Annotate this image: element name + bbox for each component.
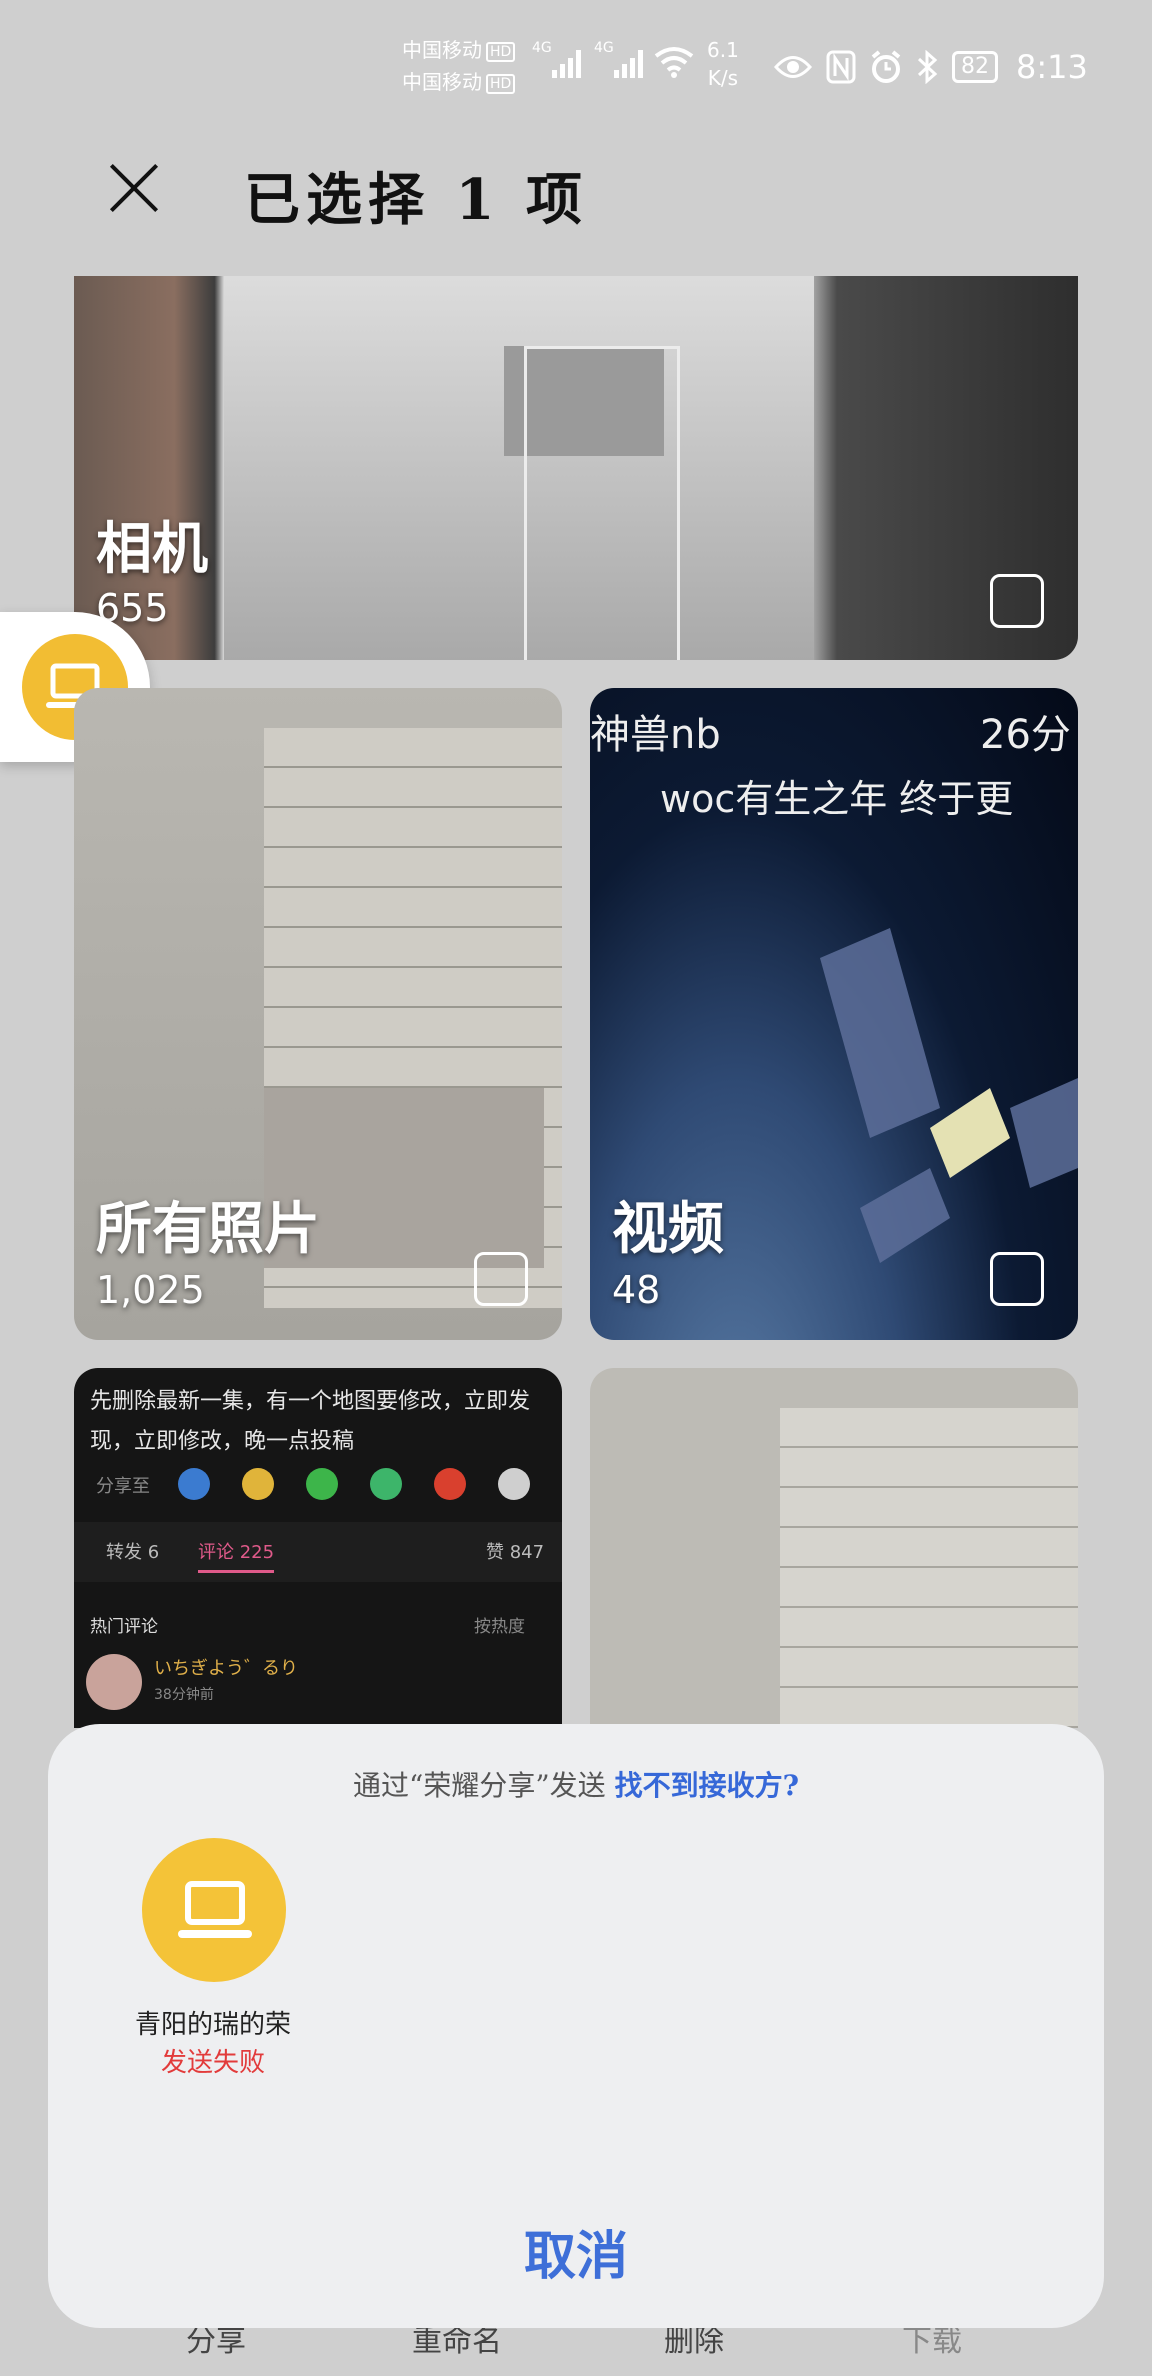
battery-indicator: 82	[952, 51, 998, 83]
carrier-info: 中国移动 HD 中国移动 HD	[402, 34, 516, 98]
laptop-icon	[178, 1881, 252, 1938]
close-button[interactable]	[106, 160, 162, 216]
avatar	[86, 1654, 142, 1710]
video-subtitle-1-right: 26分	[980, 702, 1071, 760]
wechat-icon	[306, 1468, 338, 1500]
cancel-button[interactable]: 取消	[48, 2214, 1104, 2289]
select-checkbox[interactable]	[474, 1252, 528, 1306]
speed-unit: K/s	[707, 66, 739, 90]
album-tile-video[interactable]: 神兽nb 26分 woc有生之年 终于更 视频 48	[590, 688, 1078, 1340]
device-name: 青阳的瑞的荣	[134, 2010, 291, 2040]
qzone-icon	[242, 1468, 274, 1500]
hot-comments-label: 热门评论	[90, 1617, 158, 1637]
album-count: 48	[612, 1268, 661, 1312]
video-overlay-line1: 神兽nb	[590, 712, 721, 758]
nfc-icon	[826, 50, 856, 84]
share-via-line: 通过“荣耀分享”发送 找不到接收方?	[48, 1764, 1104, 1804]
likes-count: 赞 847	[486, 1542, 545, 1563]
share-icons-row	[178, 1468, 558, 1502]
bluetooth-icon	[917, 50, 938, 84]
send-status: 发送失败	[160, 2048, 265, 2078]
sort-label: 按热度	[474, 1617, 525, 1637]
weibo-icon	[434, 1468, 466, 1500]
notebook-page	[780, 1408, 1078, 1728]
page-title: 已选择 1 项	[244, 167, 588, 233]
album-name: 视频	[612, 1196, 724, 1262]
status-bar: 中国移动 HD 中国移动 HD 4G 4G 6.1 K/s 82 8:13	[0, 0, 1152, 130]
album-name: 相机	[96, 516, 208, 582]
qq-icon	[178, 1468, 210, 1500]
hd-badge-2: HD	[486, 73, 516, 94]
post-tabs: 转发 6 评论 225 赞 847	[74, 1522, 562, 1582]
moments-icon	[370, 1468, 402, 1500]
photo-card	[524, 346, 680, 660]
select-checkbox[interactable]	[990, 574, 1044, 628]
photo-paper	[224, 276, 814, 660]
share-sheet: 通过“荣耀分享”发送 找不到接收方? 青阳的瑞的荣 发送失败 取消	[48, 1724, 1104, 2328]
satellite-image	[820, 928, 1078, 1263]
album-tile-all-photos[interactable]: 所有照片 1,025	[74, 688, 562, 1340]
album-tile-notebook[interactable]	[590, 1368, 1078, 1728]
carrier2-label: 中国移动	[402, 70, 482, 94]
video-subtitle-1: 神兽nb	[590, 702, 721, 760]
album-name: 所有照片	[96, 1196, 320, 1262]
share-to-label: 分享至	[96, 1476, 150, 1497]
carrier1-label: 中国移动	[402, 38, 482, 62]
video-overlay-line1-right: 26分	[980, 712, 1071, 758]
clock: 8:13	[1016, 48, 1088, 86]
help-link[interactable]: 找不到接收方?	[615, 1769, 799, 1802]
share-via-text: 通过“荣耀分享”发送	[353, 1769, 606, 1802]
link-icon	[498, 1468, 530, 1500]
post-text: 先删除最新一集，有一个地图要修改，立即发现，立即修改，晚一点投稿	[90, 1389, 531, 1454]
eye-icon	[774, 56, 812, 78]
device-avatar	[142, 1838, 286, 1982]
speed-value: 6.1	[707, 38, 739, 62]
album-tile-camera[interactable]: 相机 655	[74, 276, 1078, 660]
net-type-1: 4G	[532, 40, 552, 56]
wifi-icon	[654, 47, 694, 78]
status-right-icons: 82 8:13	[774, 42, 1088, 92]
tab-comment: 评论 225	[198, 1538, 275, 1573]
commenter-name: いちぎよう゛るり	[154, 1658, 298, 1679]
alarm-icon	[871, 50, 901, 83]
tab-repost: 转发 6	[106, 1542, 160, 1563]
video-subtitle-2: woc有生之年 终于更	[660, 768, 1013, 823]
album-tile-screenshot[interactable]: 先删除最新一集，有一个地图要修改，立即发现，立即修改，晚一点投稿 分享至 转发 …	[74, 1368, 562, 1728]
album-count: 1,025	[96, 1268, 205, 1312]
video-overlay-line2: woc有生之年 终于更	[660, 777, 1014, 821]
net-type-2: 4G	[594, 40, 614, 56]
comment-time: 38分钟前	[154, 1687, 214, 1703]
network-speed: 6.1 K/s	[707, 36, 739, 92]
select-checkbox[interactable]	[990, 1252, 1044, 1306]
hd-badge: HD	[486, 41, 516, 62]
